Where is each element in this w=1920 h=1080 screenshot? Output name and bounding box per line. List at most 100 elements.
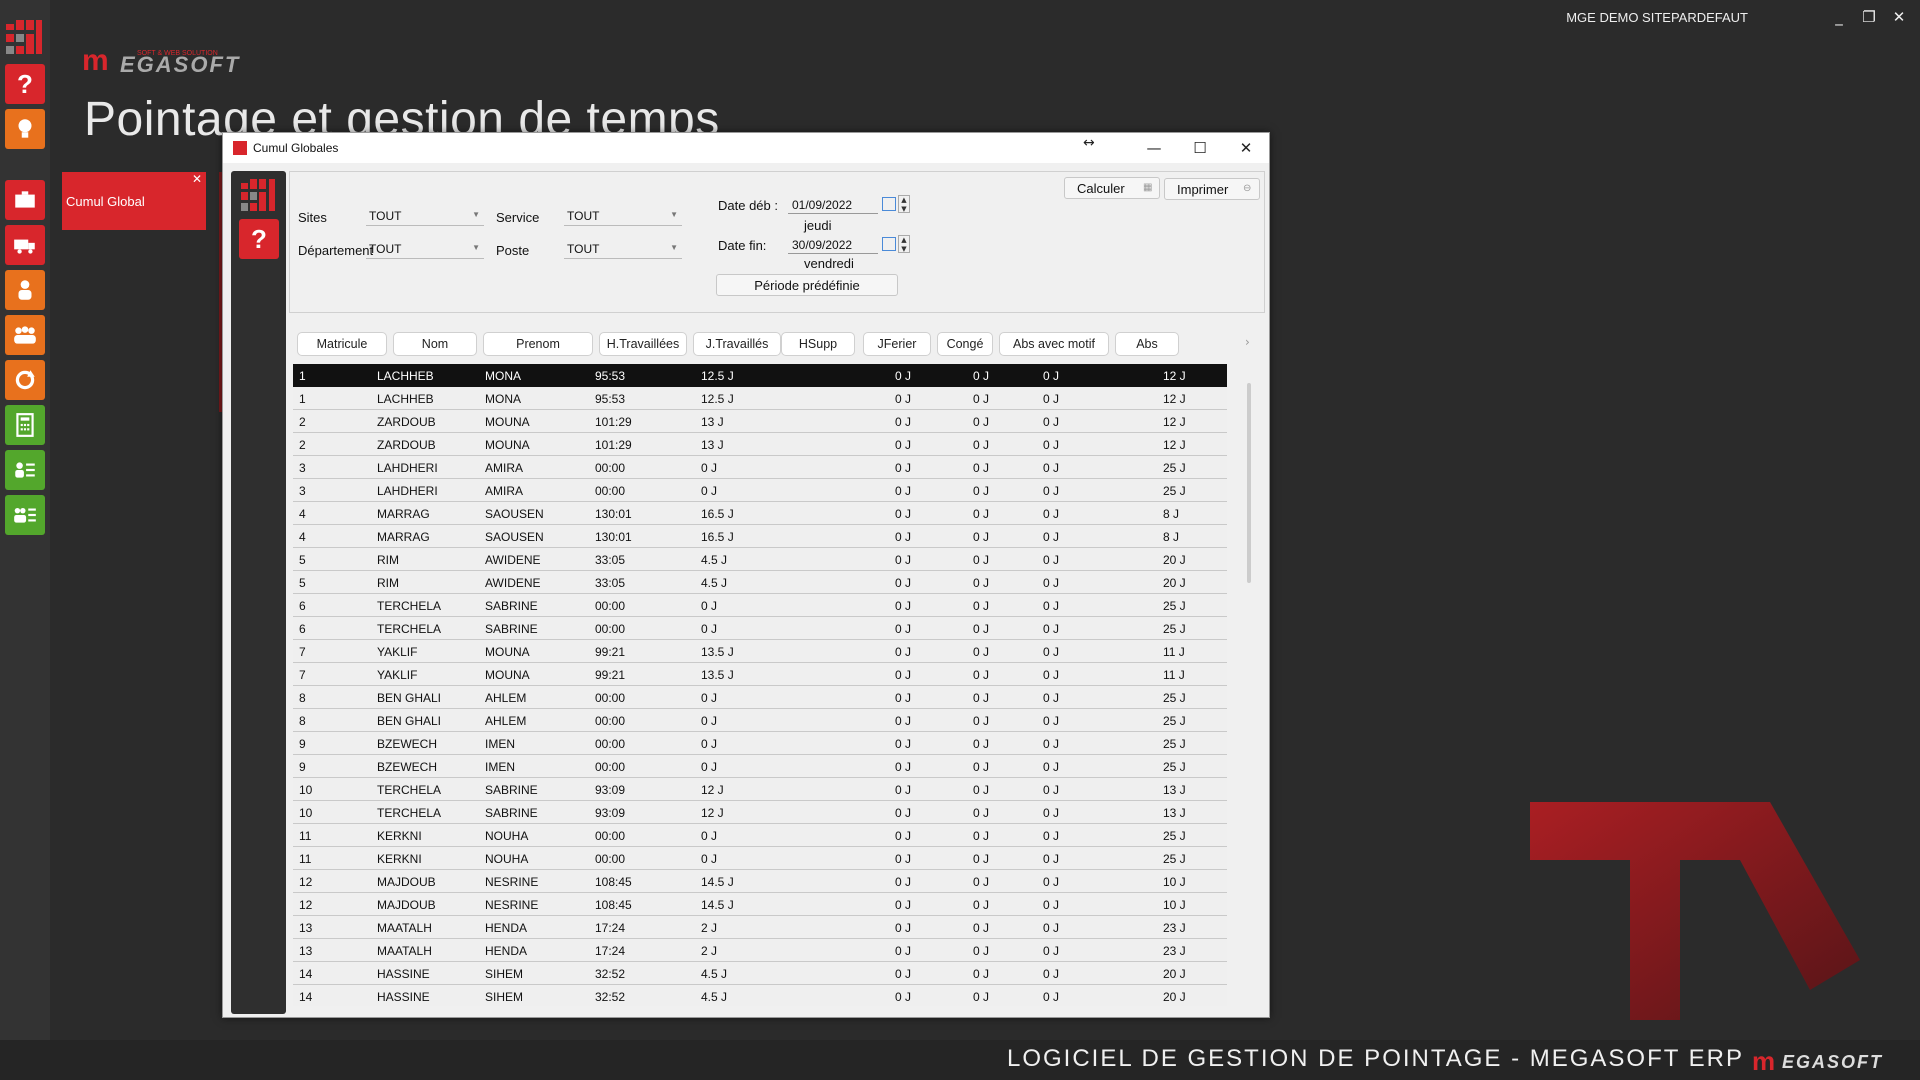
app-toolbar: ? bbox=[0, 0, 50, 1040]
sites-select[interactable]: TOUT ▼ bbox=[366, 206, 484, 226]
scrollbar[interactable] bbox=[1247, 383, 1251, 583]
table-cell: 0 J bbox=[1043, 438, 1060, 452]
table-cell: 0 J bbox=[895, 507, 912, 521]
dialog-help-icon[interactable]: ? bbox=[239, 219, 279, 259]
table-cell: 14.5 J bbox=[701, 898, 734, 912]
close-icon[interactable]: ✕ bbox=[1888, 6, 1910, 28]
table-cell: MAJDOUB bbox=[377, 898, 436, 912]
minimize-icon[interactable]: _ bbox=[1828, 6, 1850, 28]
dialog-app-icon bbox=[233, 141, 247, 155]
date-fin-label: Date fin: bbox=[718, 238, 767, 253]
column-header-matricule[interactable]: Matricule bbox=[297, 332, 387, 356]
date-deb-input[interactable]: 01/09/2022 bbox=[788, 196, 878, 214]
resize-arrows-icon[interactable]: ↔ bbox=[1083, 135, 1095, 151]
chevron-right-icon[interactable]: › bbox=[1245, 335, 1250, 349]
table-row[interactable]: 5 RIM AWIDENE 33:05 4.5 J 0 J 0 J 0 J 20 J bbox=[293, 548, 1227, 571]
table-row[interactable]: 11 KERKNI NOUHA 00:00 0 J 0 J 0 J 0 J 25 J bbox=[293, 847, 1227, 870]
table-cell: MAJDOUB bbox=[377, 875, 436, 889]
table-row[interactable]: 13 MAATALH HENDA 17:24 2 J 0 J 0 J 0 J 23 J bbox=[293, 939, 1227, 962]
table-row[interactable]: 10 TERCHELA SABRINE 93:09 12 J 0 J 0 J 0 J 13 J bbox=[293, 778, 1227, 801]
table-row[interactable]: 11 KERKNI NOUHA 00:00 0 J 0 J 0 J 0 J 25 J bbox=[293, 824, 1227, 847]
table-row[interactable]: 6 TERCHELA SABRINE 00:00 0 J 0 J 0 J 0 J 25 J bbox=[293, 594, 1227, 617]
column-header-hsupp[interactable]: HSupp bbox=[781, 332, 855, 356]
date-fin-input[interactable]: 30/09/2022 bbox=[788, 236, 878, 254]
person-icon[interactable] bbox=[5, 270, 45, 310]
lightbulb-icon[interactable] bbox=[5, 109, 45, 149]
column-header-cong-[interactable]: Congé bbox=[937, 332, 993, 356]
table-row[interactable]: 8 BEN GHALI AHLEM 00:00 0 J 0 J 0 J 0 J 25 J bbox=[293, 709, 1227, 732]
table-row[interactable]: 2 ZARDOUB MOUNA 101:29 13 J 0 J 0 J 0 J 12 J bbox=[293, 433, 1227, 456]
dialog-maximize-icon[interactable]: ☐ bbox=[1177, 133, 1223, 163]
app-logo-icon bbox=[6, 20, 44, 56]
departement-select[interactable]: TOUT ▼ bbox=[366, 239, 484, 259]
table-row[interactable]: 1 LACHHEB MONA 95:53 12.5 J 0 J 0 J 0 J 12 J bbox=[293, 387, 1227, 410]
table-row[interactable]: 14 HASSINE SIHEM 32:52 4.5 J 0 J 0 J 0 J 20 J bbox=[293, 962, 1227, 985]
dialog-minimize-icon[interactable]: — bbox=[1131, 133, 1177, 163]
chevron-down-icon: ▼ bbox=[472, 210, 480, 219]
chevron-down-icon: ▼ bbox=[472, 243, 480, 252]
table-cell: LACHHEB bbox=[377, 369, 434, 383]
table-row[interactable]: 7 YAKLIF MOUNA 99:21 13.5 J 0 J 0 J 0 J 11 J bbox=[293, 663, 1227, 686]
table-row[interactable]: 7 YAKLIF MOUNA 99:21 13.5 J 0 J 0 J 0 J 11 J bbox=[293, 640, 1227, 663]
table-cell: 0 J bbox=[973, 829, 990, 843]
table-cell: 32:52 bbox=[595, 990, 626, 1004]
group-icon[interactable] bbox=[5, 315, 45, 355]
briefcase-icon[interactable] bbox=[5, 180, 45, 220]
table-row[interactable]: 3 LAHDHERI AMIRA 00:00 0 J 0 J 0 J 0 J 25 J bbox=[293, 479, 1227, 502]
table-cell: 0 J bbox=[895, 898, 912, 912]
help-icon[interactable]: ? bbox=[5, 64, 45, 104]
calculer-button[interactable]: Calculer ▦ bbox=[1064, 177, 1160, 199]
poste-select[interactable]: TOUT ▼ bbox=[564, 239, 682, 259]
periode-predefinie-button[interactable]: Période prédéfinie bbox=[716, 274, 898, 296]
group-list-icon[interactable] bbox=[5, 495, 45, 535]
tile-cumul-global[interactable]: Cumul Global ✕ bbox=[62, 172, 206, 230]
table-row[interactable]: 12 MAJDOUB NESRINE 108:45 14.5 J 0 J 0 J 0 J 10 … bbox=[293, 893, 1227, 916]
date-deb-spinner[interactable]: ▲ ▼ bbox=[898, 195, 910, 213]
dialog-titlebar[interactable]: Cumul Globales ↔ — ☐ ✕ bbox=[223, 133, 1269, 163]
column-header-prenom[interactable]: Prenom bbox=[483, 332, 593, 356]
table-row[interactable]: 4 MARRAG SAOUSEN 130:01 16.5 J 0 J 0 J 0 J 8 J bbox=[293, 502, 1227, 525]
truck-icon[interactable] bbox=[5, 225, 45, 265]
table-cell: 17:24 bbox=[595, 944, 626, 958]
table-row[interactable]: 9 BZEWECH IMEN 00:00 0 J 0 J 0 J 0 J 25 J bbox=[293, 732, 1227, 755]
table-cell: 0 J bbox=[895, 875, 912, 889]
imprimer-button[interactable]: Imprimer ⊖ bbox=[1164, 178, 1260, 200]
table-row[interactable]: 4 MARRAG SAOUSEN 130:01 16.5 J 0 J 0 J 0 J 8 J bbox=[293, 525, 1227, 548]
table-row[interactable]: 12 MAJDOUB NESRINE 108:45 14.5 J 0 J 0 J 0 J 10 … bbox=[293, 870, 1227, 893]
table-cell: 0 J bbox=[895, 622, 912, 636]
table-cell: 12.5 J bbox=[701, 369, 734, 383]
calendar-icon[interactable] bbox=[882, 237, 896, 251]
column-header-nom[interactable]: Nom bbox=[393, 332, 477, 356]
calendar-icon[interactable] bbox=[882, 197, 896, 211]
table-row[interactable]: 10 TERCHELA SABRINE 93:09 12 J 0 J 0 J 0 J 13 J bbox=[293, 801, 1227, 824]
date-fin-spinner[interactable]: ▲ ▼ bbox=[898, 235, 910, 253]
person-list-icon[interactable] bbox=[5, 450, 45, 490]
table-cell: 0 J bbox=[973, 783, 990, 797]
table-row[interactable]: 8 BEN GHALI AHLEM 00:00 0 J 0 J 0 J 0 J 25 J bbox=[293, 686, 1227, 709]
calculator-icon[interactable] bbox=[5, 405, 45, 445]
table-row[interactable]: 5 RIM AWIDENE 33:05 4.5 J 0 J 0 J 0 J 20 J bbox=[293, 571, 1227, 594]
table-cell: 25 J bbox=[1163, 829, 1186, 843]
column-header-j-travaill-s[interactable]: J.Travaillés bbox=[693, 332, 781, 356]
column-header-jferier[interactable]: JFerier bbox=[863, 332, 931, 356]
column-header-abs-avec-motif[interactable]: Abs avec motif bbox=[999, 332, 1109, 356]
table-cell: 1 bbox=[299, 369, 306, 383]
restore-icon[interactable]: ❐ bbox=[1858, 6, 1880, 28]
table-cell: 0 J bbox=[1043, 507, 1060, 521]
table-cell: 3 bbox=[299, 484, 306, 498]
dialog-close-icon[interactable]: ✕ bbox=[1223, 133, 1269, 163]
table-cell: 0 J bbox=[1043, 392, 1060, 406]
table-row[interactable]: 2 ZARDOUB MOUNA 101:29 13 J 0 J 0 J 0 J 12 J bbox=[293, 410, 1227, 433]
column-header-abs[interactable]: Abs bbox=[1115, 332, 1179, 356]
tile-close-icon[interactable]: ✕ bbox=[192, 172, 202, 186]
table-row[interactable]: 14 HASSINE SIHEM 32:52 4.5 J 0 J 0 J 0 J 20 J bbox=[293, 985, 1227, 1006]
column-header-h-travaill-es[interactable]: H.Travaillées bbox=[599, 332, 687, 356]
table-row[interactable]: 1 LACHHEB MONA 95:53 12.5 J 0 J 0 J 0 J 12 J bbox=[293, 364, 1227, 387]
table-row[interactable]: 13 MAATALH HENDA 17:24 2 J 0 J 0 J 0 J 23 J bbox=[293, 916, 1227, 939]
service-select[interactable]: TOUT ▼ bbox=[564, 206, 682, 226]
table-cell: 16.5 J bbox=[701, 507, 734, 521]
refresh-icon[interactable] bbox=[5, 360, 45, 400]
table-row[interactable]: 9 BZEWECH IMEN 00:00 0 J 0 J 0 J 0 J 25 J bbox=[293, 755, 1227, 778]
table-row[interactable]: 3 LAHDHERI AMIRA 00:00 0 J 0 J 0 J 0 J 25 J bbox=[293, 456, 1227, 479]
table-row[interactable]: 6 TERCHELA SABRINE 00:00 0 J 0 J 0 J 0 J 25 J bbox=[293, 617, 1227, 640]
